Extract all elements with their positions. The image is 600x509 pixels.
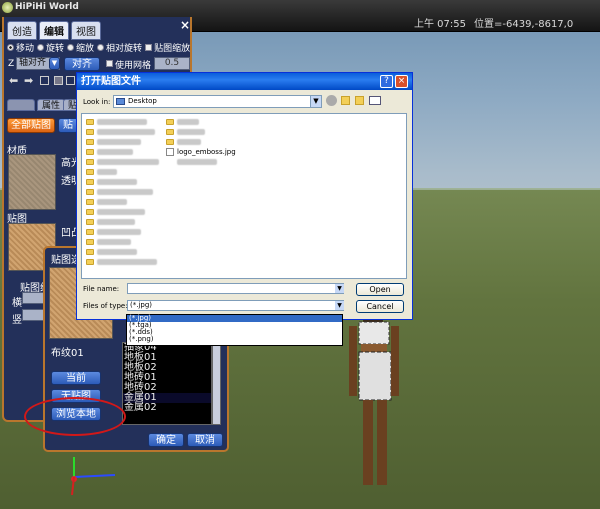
folder-icon (86, 238, 94, 245)
texture-list[interactable]: 抽象04 地板01 地板02 地砖01 地砖02 金属01 金属02 (122, 342, 212, 425)
folder-icon (86, 208, 94, 215)
radio-relative-rotate[interactable]: 相对旋转 (97, 41, 142, 54)
folder-icon (86, 118, 94, 125)
subtab-blank[interactable] (7, 99, 35, 111)
radio-rotate[interactable]: 旋转 (37, 41, 64, 54)
folder-icon (86, 218, 94, 225)
folder-icon (166, 128, 174, 135)
app-logo-icon (2, 2, 13, 13)
new-folder-icon[interactable] (355, 96, 364, 105)
redo-arrow-icon[interactable]: ➡ (24, 74, 33, 87)
radio-scale[interactable]: 缩放 (67, 41, 94, 54)
grid-label: 使用网格 (115, 61, 152, 71)
file-type-select[interactable]: (*.jpg) (127, 300, 344, 311)
subtab-properties[interactable]: 属性 (37, 99, 66, 111)
look-in-label: Look in: (83, 98, 111, 106)
folder-icon (166, 118, 174, 125)
folder-icon (166, 138, 174, 145)
paste-icon[interactable] (54, 76, 63, 85)
image-file-icon (166, 147, 174, 156)
cancel-button[interactable]: 取消 (187, 433, 223, 447)
dropdown-option[interactable]: (*.jpg) (127, 315, 342, 322)
app-name: HiPiHi World (15, 2, 79, 12)
open-button[interactable]: Open (356, 283, 404, 296)
help-icon[interactable]: ? (380, 75, 393, 88)
folder-icon (86, 168, 94, 175)
axis-prefix: Z (8, 59, 15, 69)
mode-radios: 移动 旋转 缩放 相对旋转 贴图缩放 (7, 41, 193, 54)
grid-size-input[interactable]: 0.5 (154, 57, 190, 70)
folder-icon (86, 188, 94, 195)
list-item[interactable]: 金属02 (123, 403, 211, 413)
vertical-label: 竖 (12, 315, 22, 326)
close-icon[interactable]: × (395, 75, 408, 88)
tab-view[interactable]: 视图 (71, 21, 101, 40)
highlight-ellipse (24, 397, 126, 436)
chevron-down-icon[interactable]: ▼ (310, 96, 321, 107)
current-texture-name: 布纹01 (51, 348, 84, 359)
file-name-input[interactable] (127, 283, 344, 294)
radio-move[interactable]: 移动 (7, 41, 34, 54)
look-in-select[interactable]: Desktop ▼ (113, 95, 322, 108)
view-menu-icon[interactable] (369, 96, 381, 105)
folder-icon (86, 178, 94, 185)
chevron-down-icon[interactable]: ▼ (335, 284, 344, 293)
checkbox-tex-scale[interactable]: 贴图缩放 (145, 41, 190, 54)
folder-icon (86, 128, 94, 135)
grid-checkbox[interactable] (106, 60, 113, 67)
close-icon[interactable]: × (180, 18, 190, 32)
up-folder-icon[interactable] (341, 96, 350, 105)
tab-create[interactable]: 创造 (7, 21, 37, 40)
position-readout: 位置=-6439,-8617,0 (474, 19, 574, 30)
chevron-down-icon[interactable]: ▼ (335, 301, 344, 310)
tab-edit[interactable]: 编辑 (39, 21, 69, 40)
texture-tab-button[interactable]: 贴 (58, 118, 78, 133)
ok-button[interactable]: 确定 (148, 433, 184, 447)
folder-icon (86, 258, 94, 265)
build-tabs: 创造 编辑 视图 (7, 21, 101, 40)
texture-list-scrollbar[interactable] (212, 342, 221, 425)
dropdown-option[interactable]: (*.dds) (127, 329, 342, 336)
current-button[interactable]: 当前 (51, 371, 101, 385)
file-type-dropdown[interactable]: (*.jpg) (*.tga) (*.dds) (*.png) (126, 314, 343, 346)
dropdown-option[interactable]: (*.tga) (127, 322, 342, 329)
link-icon[interactable] (66, 76, 75, 85)
cancel-button[interactable]: Cancel (356, 300, 404, 313)
folder-icon (86, 158, 94, 165)
folder-icon (86, 148, 94, 155)
file-type-label: Files of type: (83, 302, 128, 310)
folder-icon (86, 198, 94, 205)
folder-icon (86, 248, 94, 255)
avatar-figure[interactable] (335, 300, 415, 500)
copy-icon[interactable] (40, 76, 49, 85)
file-dialog-title: 打开贴图文件 (77, 73, 412, 90)
file-name-label: File name: (83, 285, 120, 293)
open-texture-file-dialog: 打开贴图文件 ? × Look in: Desktop ▼ logo_embos… (76, 72, 413, 320)
undo-arrow-icon[interactable]: ⬅ (9, 74, 18, 87)
folder-icon (86, 228, 94, 235)
folder-icon (86, 138, 94, 145)
desktop-icon (116, 98, 125, 105)
dropdown-option[interactable]: (*.png) (127, 336, 342, 343)
file-item-logo-emboss[interactable]: logo_emboss.jpg (166, 147, 236, 156)
file-list[interactable]: logo_emboss.jpg (81, 113, 407, 279)
clock: 上午 07:55 (414, 19, 466, 30)
all-textures-button[interactable]: 全部贴图 (7, 118, 55, 133)
align-button[interactable]: 对齐 (64, 57, 100, 71)
material-swatch[interactable] (8, 154, 56, 210)
axis-gizmo[interactable] (60, 455, 120, 495)
back-icon[interactable] (326, 95, 337, 106)
chevron-down-icon[interactable]: ▼ (49, 57, 60, 70)
horizontal-label: 横 (12, 298, 22, 309)
